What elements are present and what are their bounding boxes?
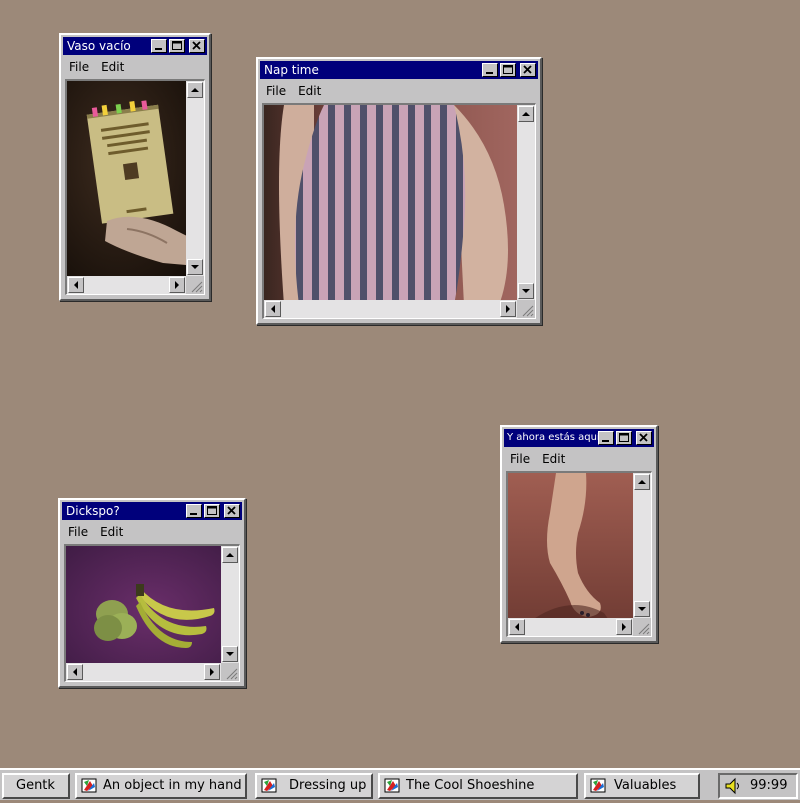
minimize-button[interactable]: [186, 504, 202, 518]
menu-file[interactable]: File: [266, 82, 286, 100]
scroll-right-button[interactable]: [616, 619, 632, 635]
horizontal-scrollbar[interactable]: [67, 276, 186, 294]
scroll-left-button[interactable]: [67, 664, 83, 680]
window-viewport: [262, 103, 536, 319]
speaker-icon[interactable]: [724, 777, 742, 803]
scroll-right-button[interactable]: [204, 664, 220, 680]
horizontal-scrollbar[interactable]: [66, 663, 221, 681]
window-title: Dickspo?: [66, 504, 120, 518]
window-y-ahora-estas-aqui[interactable]: Y ahora estás aquí File Edit: [500, 425, 658, 643]
horizontal-scrollbar[interactable]: [508, 618, 633, 636]
resize-grip-icon[interactable]: [186, 276, 204, 294]
horizontal-scrollbar[interactable]: [264, 300, 517, 318]
minimize-button[interactable]: [598, 431, 614, 445]
photo-bananas-pears: [66, 546, 221, 663]
window-titlebar[interactable]: Dickspo?: [62, 502, 242, 520]
window-dickspo[interactable]: Dickspo? File Edit: [58, 498, 246, 688]
taskbar-button-dressing-up[interactable]: Dressing up: [255, 773, 373, 799]
app-icon: [590, 777, 608, 797]
menu-edit[interactable]: Edit: [100, 523, 123, 541]
taskbar-button-label: The Cool Shoeshine: [406, 778, 535, 793]
start-button[interactable]: Gentk: [2, 773, 70, 799]
photo-foot-tiptoe: [508, 473, 633, 618]
menu-bar: File Edit: [65, 58, 124, 76]
menu-edit[interactable]: Edit: [101, 58, 124, 76]
close-button[interactable]: [636, 431, 652, 445]
window-titlebar[interactable]: Y ahora estás aquí: [504, 429, 654, 447]
resize-grip-icon[interactable]: [633, 618, 651, 636]
maximize-button[interactable]: [500, 63, 516, 77]
vertical-scrollbar[interactable]: [633, 473, 651, 618]
window-titlebar[interactable]: Vaso vacío: [63, 37, 207, 55]
window-title: Vaso vacío: [67, 39, 131, 53]
scroll-down-button[interactable]: [634, 601, 650, 617]
scroll-up-button[interactable]: [634, 474, 650, 490]
window-nap-time[interactable]: Nap time File Edit: [256, 57, 542, 325]
app-icon: [81, 777, 99, 797]
taskbar-button-cool-shoeshine[interactable]: The Cool Shoeshine: [378, 773, 578, 799]
vertical-scrollbar[interactable]: [517, 105, 535, 300]
menu-file[interactable]: File: [68, 523, 88, 541]
window-viewport: [65, 79, 205, 295]
window-title: Nap time: [264, 63, 319, 77]
resize-grip-icon[interactable]: [517, 300, 535, 318]
start-button-label: Gentk: [16, 778, 55, 793]
menu-edit[interactable]: Edit: [542, 450, 565, 468]
app-icon: [384, 777, 402, 797]
window-viewport: [64, 544, 240, 682]
scroll-left-button[interactable]: [509, 619, 525, 635]
scroll-up-button[interactable]: [187, 82, 203, 98]
menu-bar: File Edit: [506, 450, 565, 468]
window-viewport: [506, 471, 652, 637]
menu-file[interactable]: File: [69, 58, 89, 76]
taskbar: Gentk An object in my hand Dressing up T…: [0, 768, 800, 800]
window-title: Y ahora estás aquí: [507, 432, 600, 443]
scroll-down-button[interactable]: [518, 283, 534, 299]
maximize-button[interactable]: [616, 431, 632, 445]
photo-striped-top: [264, 105, 517, 300]
minimize-button[interactable]: [482, 63, 498, 77]
app-icon: [261, 777, 279, 797]
menu-bar: File Edit: [262, 82, 321, 100]
scroll-down-button[interactable]: [222, 646, 238, 662]
close-button[interactable]: [520, 63, 536, 77]
maximize-button[interactable]: [204, 504, 220, 518]
menu-edit[interactable]: Edit: [298, 82, 321, 100]
menu-file[interactable]: File: [510, 450, 530, 468]
taskbar-button-valuables[interactable]: Valuables: [584, 773, 700, 799]
system-tray: 99:99: [718, 773, 798, 799]
scroll-up-button[interactable]: [518, 106, 534, 122]
taskbar-button-object-in-hand[interactable]: An object in my hand: [75, 773, 247, 799]
scroll-left-button[interactable]: [68, 277, 84, 293]
minimize-button[interactable]: [151, 39, 167, 53]
vertical-scrollbar[interactable]: [221, 546, 239, 663]
scroll-right-button[interactable]: [500, 301, 516, 317]
close-button[interactable]: [224, 504, 240, 518]
taskbar-button-label: Valuables: [614, 778, 677, 793]
window-titlebar[interactable]: Nap time: [260, 61, 538, 79]
scroll-left-button[interactable]: [265, 301, 281, 317]
scroll-right-button[interactable]: [169, 277, 185, 293]
close-button[interactable]: [189, 39, 205, 53]
scroll-up-button[interactable]: [222, 547, 238, 563]
maximize-button[interactable]: [169, 39, 185, 53]
resize-grip-icon[interactable]: [221, 663, 239, 681]
window-vaso-vacio[interactable]: Vaso vacío File Edit: [59, 33, 211, 301]
menu-bar: File Edit: [64, 523, 123, 541]
taskbar-button-label: Dressing up: [289, 778, 367, 793]
scroll-down-button[interactable]: [187, 259, 203, 275]
taskbar-button-label: An object in my hand: [103, 778, 242, 793]
photo-hand-book: [67, 81, 186, 276]
clock: 99:99: [750, 778, 788, 793]
vertical-scrollbar[interactable]: [186, 81, 204, 276]
